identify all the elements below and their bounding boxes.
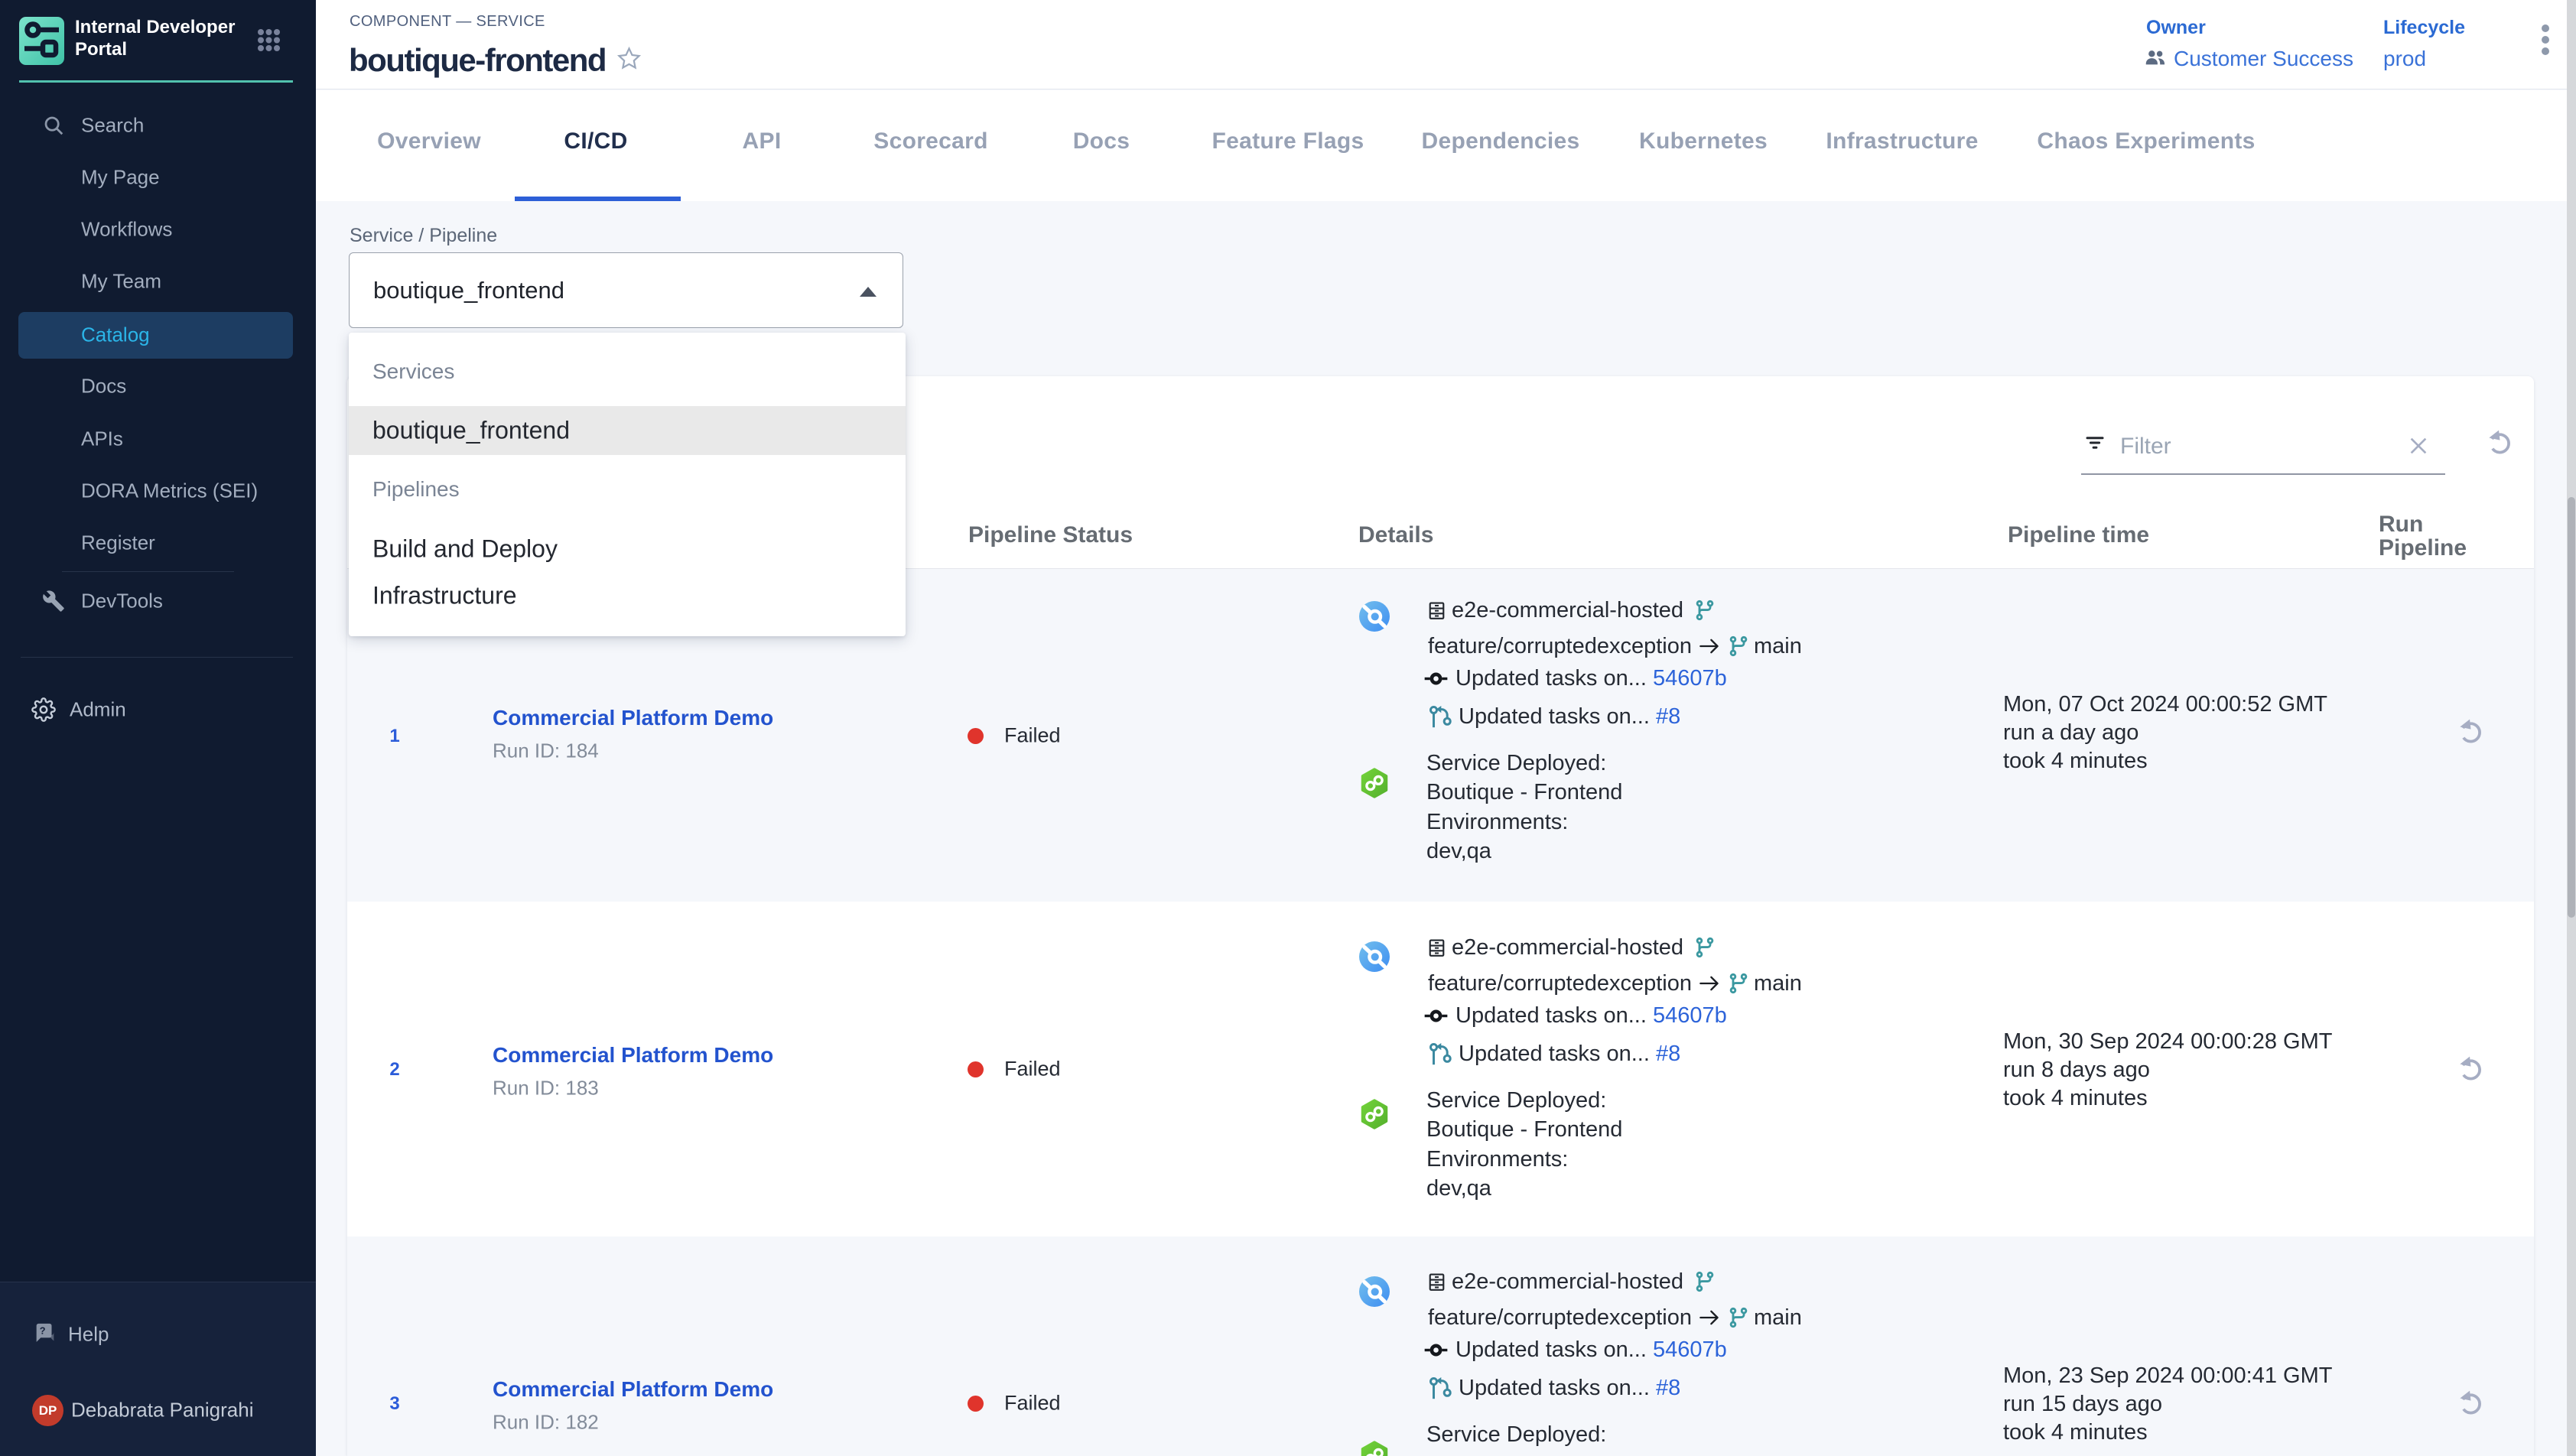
svg-text:?: ?	[40, 1324, 46, 1336]
